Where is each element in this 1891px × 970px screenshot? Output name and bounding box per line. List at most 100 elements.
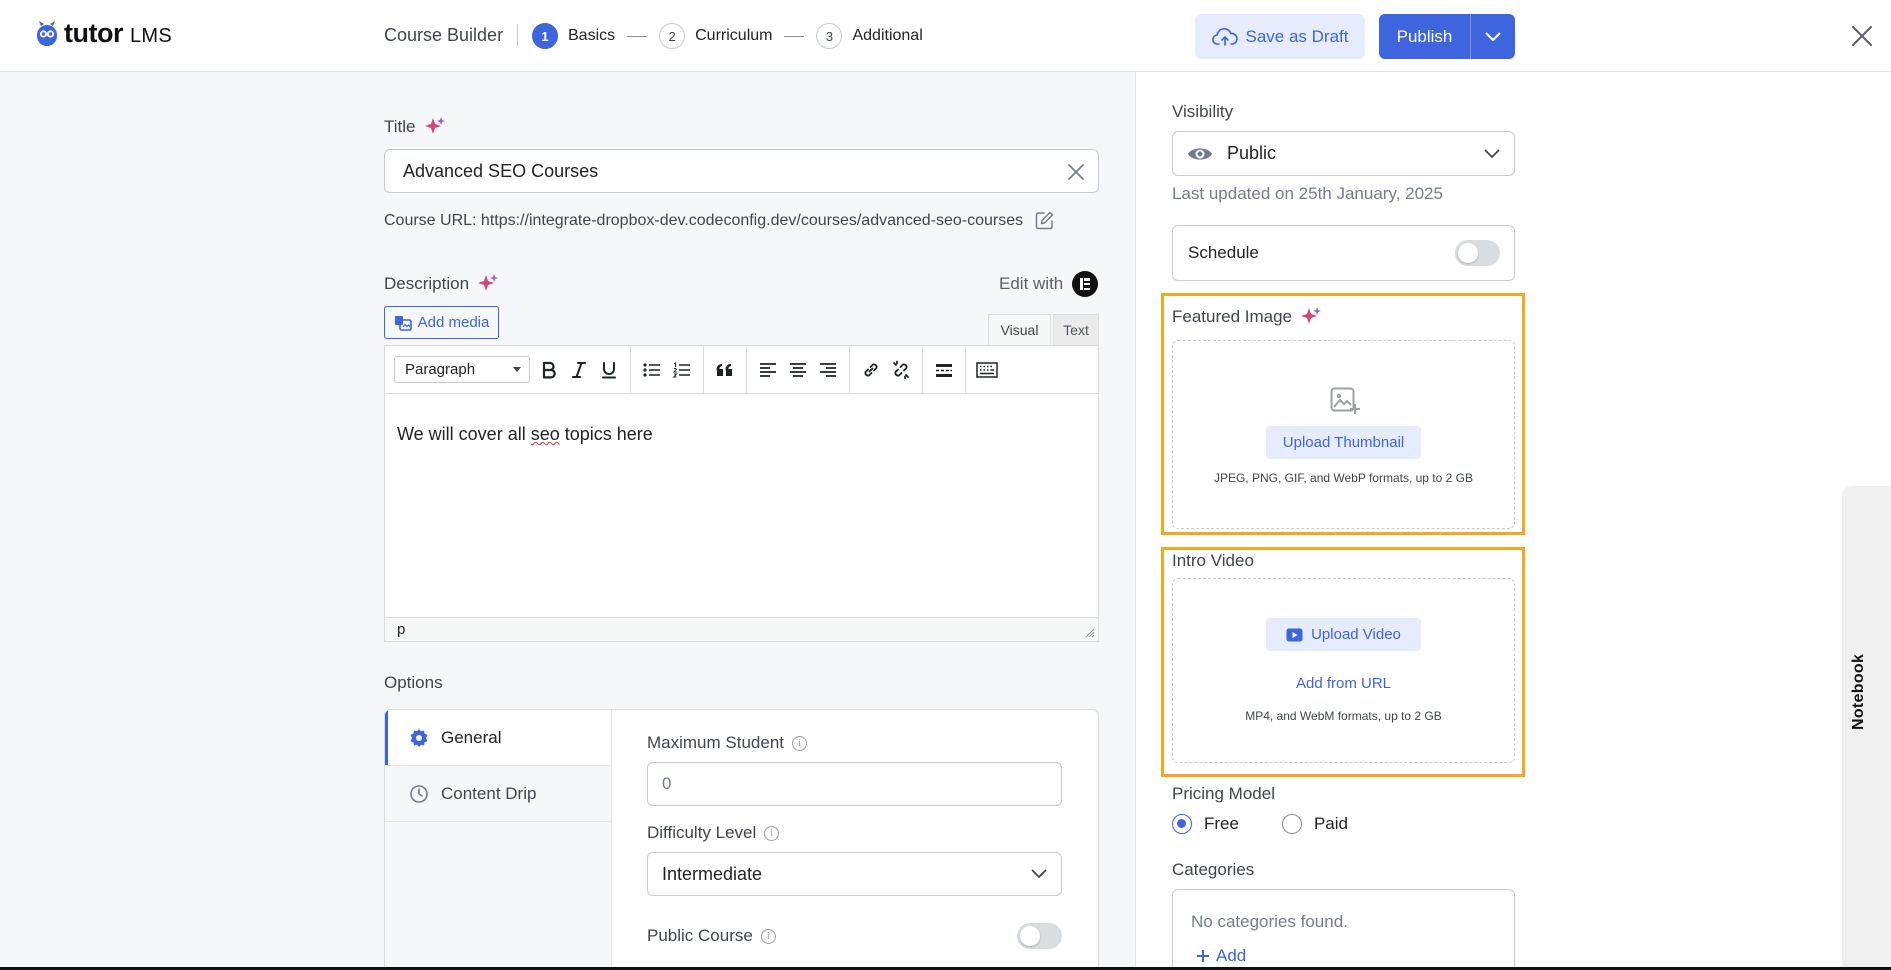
step-basics[interactable]: 1 Basics (532, 23, 615, 49)
pricing-options: Free Paid (1172, 814, 1348, 834)
underline-button[interactable] (594, 355, 624, 385)
align-center-button[interactable] (783, 355, 813, 385)
tab-content-drip-label: Content Drip (441, 783, 537, 803)
add-media-button[interactable]: Add media (384, 306, 499, 339)
align-right-icon (820, 362, 836, 377)
pricing-free-label[interactable]: Free (1204, 814, 1239, 834)
upload-video-button[interactable]: Upload Video (1266, 618, 1421, 651)
blockquote-button[interactable] (710, 355, 740, 385)
editor-content[interactable]: We will cover all seo topics here (385, 394, 1098, 617)
clear-icon[interactable] (1066, 162, 1086, 182)
bullet-list-button[interactable] (637, 355, 667, 385)
step-label: Basics (568, 27, 616, 44)
caret-down-icon (513, 366, 521, 372)
save-as-draft-button[interactable]: Save as Draft (1195, 14, 1365, 59)
ai-sparkle-icon[interactable] (424, 116, 446, 138)
visibility-value: Public (1227, 143, 1277, 163)
max-students-label-text: Maximum Student (647, 733, 784, 752)
numbered-list-icon (673, 361, 690, 377)
options-panel: General Content Drip Maximum Student i 0… (384, 709, 1099, 970)
step-number: 3 (816, 23, 843, 49)
featured-image-label: Featured Image (1172, 306, 1322, 328)
add-media-label: Add media (417, 314, 490, 331)
description-editor: Paragraph We will cover all seo topics h… (384, 345, 1099, 642)
insert-link-button[interactable] (856, 355, 886, 385)
keyboard-icon (976, 361, 998, 378)
numbered-list-button[interactable] (667, 355, 697, 385)
gear-icon (410, 728, 428, 747)
publish-button-group: Publish (1379, 14, 1515, 59)
element-path[interactable]: p (397, 621, 405, 638)
plus-icon (1197, 950, 1209, 962)
chevron-down-icon (1031, 869, 1047, 878)
add-category-button[interactable]: Add (1196, 946, 1246, 966)
close-icon[interactable] (1851, 25, 1873, 47)
options-tabs: General Content Drip (385, 710, 612, 970)
format-select-value: Paragraph (405, 361, 476, 378)
schedule-label: Schedule (1188, 243, 1259, 262)
add-from-url-link[interactable]: Add from URL (1173, 675, 1514, 692)
info-icon[interactable]: i (760, 928, 776, 944)
title-field-label: Title (384, 116, 446, 138)
editor-tab-visual[interactable]: Visual (988, 314, 1051, 345)
edit-icon[interactable] (1035, 211, 1054, 230)
edit-with-elementor[interactable]: Edit with (999, 271, 1099, 297)
difficulty-value: Intermediate (662, 863, 763, 884)
course-url-row: Course URL: https://integrate-dropbox-de… (384, 211, 1054, 230)
bullet-list-icon (643, 362, 660, 377)
step-additional[interactable]: 3 Additional (816, 23, 923, 49)
ai-sparkle-icon[interactable] (1300, 306, 1322, 328)
tutor-lms-logo[interactable]: tutor LMS (36, 18, 172, 49)
max-students-input[interactable]: 0 (647, 762, 1062, 806)
align-left-icon (760, 362, 776, 377)
info-icon[interactable]: i (764, 825, 780, 841)
eye-icon (1188, 147, 1212, 160)
pricing-free-radio[interactable] (1172, 814, 1192, 834)
top-bar: tutor LMS Course Builder 1 Basics 2 Curr… (0, 0, 1891, 72)
pricing-paid-label[interactable]: Paid (1314, 814, 1348, 834)
video-dropzone[interactable]: Upload Video Add from URL MP4, and WebM … (1172, 578, 1515, 763)
step-label: Curriculum (695, 27, 773, 44)
read-more-icon (936, 363, 952, 377)
thumbnail-format-hint: JPEG, PNG, GIF, and WebP formats, up to … (1214, 471, 1473, 485)
upload-thumbnail-button[interactable]: Upload Thumbnail (1266, 426, 1421, 459)
publish-button[interactable]: Publish (1379, 27, 1470, 47)
info-icon[interactable]: i (792, 735, 807, 751)
tab-general-label: General (441, 727, 502, 747)
video-format-hint: MP4, and WebM formats, up to 2 GB (1245, 709, 1442, 723)
last-updated-text: Last updated on 25th January, 2025 (1172, 184, 1443, 203)
toolbar-toggle-button[interactable] (972, 355, 1002, 385)
publish-options-button[interactable] (1471, 32, 1515, 42)
bold-icon (542, 361, 556, 378)
resize-handle-icon[interactable] (1085, 628, 1095, 638)
misspelled-word: seo (530, 424, 560, 444)
editor-tab-text[interactable]: Text (1053, 314, 1099, 345)
description-field-label: Description (384, 273, 499, 295)
thumbnail-dropzone[interactable]: Upload Thumbnail JPEG, PNG, GIF, and Web… (1172, 340, 1515, 529)
title-divider (517, 24, 518, 46)
step-curriculum[interactable]: 2 Curriculum (659, 23, 772, 49)
difficulty-level-select[interactable]: Intermediate (647, 852, 1062, 896)
notebook-label: Notebook (1850, 653, 1867, 730)
pricing-paid-radio[interactable] (1281, 814, 1302, 834)
bold-button[interactable] (534, 355, 564, 385)
upload-video-label: Upload Video (1311, 626, 1401, 643)
intro-video-label: Intro Video (1172, 551, 1254, 570)
public-course-toggle[interactable] (1017, 923, 1062, 949)
visibility-select[interactable]: Public (1172, 131, 1515, 176)
max-students-label: Maximum Student i (647, 733, 807, 753)
italic-button[interactable] (564, 355, 594, 385)
course-url-text: Course URL: https://integrate-dropbox-de… (384, 211, 1024, 229)
remove-link-button[interactable] (886, 355, 916, 385)
title-input[interactable]: Advanced SEO Courses (384, 149, 1099, 193)
format-select[interactable]: Paragraph (394, 356, 530, 383)
align-right-button[interactable] (813, 355, 843, 385)
chevron-down-icon (1484, 149, 1500, 158)
read-more-button[interactable] (929, 355, 959, 385)
align-left-button[interactable] (753, 355, 783, 385)
tab-general[interactable]: General (385, 710, 611, 766)
schedule-toggle[interactable] (1455, 240, 1500, 266)
pricing-model-label: Pricing Model (1172, 784, 1275, 803)
ai-sparkle-icon[interactable] (477, 273, 499, 295)
tab-content-drip[interactable]: Content Drip (385, 766, 611, 822)
